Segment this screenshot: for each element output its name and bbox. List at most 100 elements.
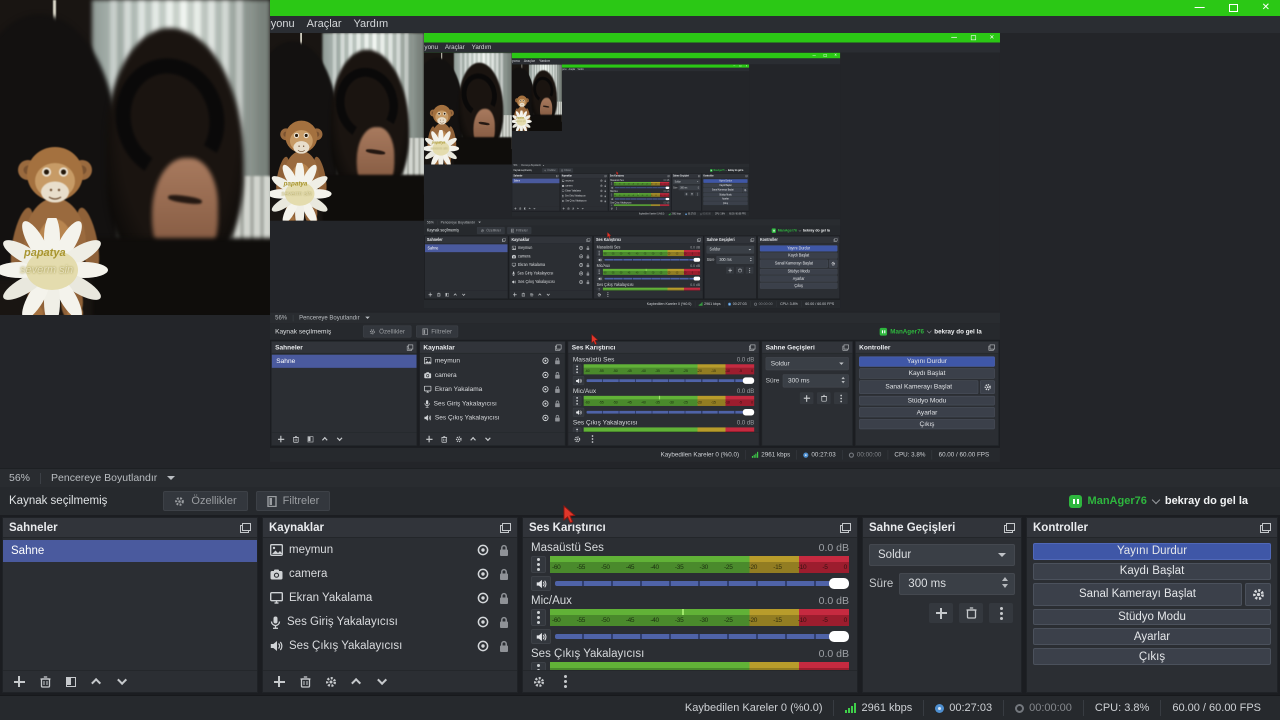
slider-handle[interactable] [694, 277, 701, 281]
duration-spinner[interactable]: 300 ms [679, 186, 700, 191]
add-transition-button[interactable] [800, 392, 814, 404]
source-item-audio-output[interactable]: Ses Çıkış Yakalayıcısı [420, 411, 565, 425]
stream-account[interactable]: ManAger76 bekray do gel la [1069, 495, 1248, 508]
mixer-menu-button[interactable] [587, 434, 598, 445]
remove-source-button[interactable] [567, 207, 571, 211]
add-source-button[interactable] [423, 434, 434, 445]
menu-tools[interactable]: Araçlar [441, 43, 468, 53]
chevron-down-icon[interactable] [365, 317, 370, 319]
popout-icon[interactable] [843, 344, 849, 350]
lock-icon[interactable] [604, 184, 606, 187]
channel-menu-button[interactable] [573, 364, 582, 374]
maximize-icon[interactable] [824, 54, 827, 57]
lock-icon[interactable] [586, 280, 590, 285]
transition-menu-button[interactable] [746, 267, 754, 274]
filters-button[interactable]: Filtreler [559, 168, 573, 172]
mute-button[interactable] [531, 576, 551, 591]
menu-tools[interactable]: Araçlar [301, 16, 348, 33]
popout-icon[interactable] [587, 238, 591, 242]
scene-filters-button[interactable] [444, 291, 451, 297]
scale-to-window-label[interactable]: Pencereye Boyutlandır [521, 164, 541, 167]
source-item-audio-output[interactable]: Ses Çıkış Yakalayıcısı [561, 198, 608, 203]
lock-icon[interactable] [586, 263, 590, 268]
channel-menu-button[interactable] [610, 182, 613, 186]
maximize-icon[interactable] [740, 65, 742, 67]
source-item-camera[interactable]: camera [263, 562, 517, 586]
lock-icon[interactable] [586, 254, 590, 259]
stream-account[interactable]: ManAger76 bekray do gel la [772, 228, 830, 233]
studio-mode-button[interactable]: Stüdyo Modu [859, 396, 995, 406]
add-scene-button[interactable] [9, 673, 29, 691]
eye-icon[interactable] [541, 400, 549, 407]
lock-icon[interactable] [604, 189, 606, 192]
spin-down-icon[interactable] [841, 381, 844, 383]
lock-icon[interactable] [554, 357, 561, 365]
source-properties-button[interactable] [571, 207, 575, 211]
settings-button[interactable]: Ayarlar [859, 407, 995, 417]
popout-icon[interactable] [500, 523, 511, 533]
sources-header[interactable]: Kaynaklar [420, 342, 565, 354]
studio-mode-button[interactable]: Stüdyo Modu [703, 193, 747, 197]
eye-icon[interactable] [600, 185, 603, 188]
close-icon[interactable]: ✕ [834, 54, 837, 58]
mixer-menu-button[interactable] [604, 291, 611, 297]
menu-help[interactable]: Yardım [348, 16, 395, 33]
stop-streaming-button[interactable]: Yayını Durdur [703, 179, 747, 183]
remove-source-button[interactable] [438, 434, 449, 445]
scene-filters-button[interactable] [61, 673, 81, 691]
spin-down-icon[interactable] [1002, 584, 1008, 588]
virtual-camera-settings-button[interactable] [829, 259, 837, 267]
add-transition-button[interactable] [684, 192, 688, 196]
stop-streaming-button[interactable]: Yayını Durdur [1033, 543, 1271, 560]
start-recording-button[interactable]: Kaydı Başlat [703, 183, 747, 187]
exit-button[interactable]: Çıkış [859, 419, 995, 429]
add-scene-button[interactable] [427, 291, 434, 297]
popout-icon[interactable] [834, 238, 838, 242]
source-item-meymun[interactable]: meymun [420, 354, 565, 368]
start-virtual-camera-button[interactable]: Sanal Kamerayı Başlat [1033, 583, 1242, 606]
slider-handle[interactable] [743, 377, 754, 384]
remove-scene-button[interactable] [518, 207, 522, 211]
eye-icon[interactable] [600, 195, 603, 198]
eye-icon[interactable] [600, 179, 603, 182]
remove-source-button[interactable] [295, 673, 315, 691]
sources-header[interactable]: Kaynaklar [263, 518, 517, 538]
add-transition-button[interactable] [726, 267, 734, 274]
transitions-header[interactable]: Sahne Geçişleri [705, 237, 756, 244]
minimize-icon[interactable]: — [951, 35, 957, 41]
source-properties-button[interactable] [528, 291, 535, 297]
source-item-audio-output[interactable]: Ses Çıkış Yakalayıcısı [510, 278, 593, 287]
remove-transition-button[interactable] [690, 192, 694, 196]
scenes-header[interactable]: Sahneler [3, 518, 257, 538]
exit-button[interactable]: Çıkış [760, 283, 837, 289]
source-item-meymun[interactable]: meymun [263, 538, 517, 562]
advanced-audio-button[interactable] [529, 673, 549, 691]
add-source-button[interactable] [269, 673, 289, 691]
minimize-icon[interactable]: — [813, 54, 816, 58]
move-source-up-button[interactable] [468, 434, 479, 445]
controls-header[interactable]: Kontroller [856, 342, 999, 354]
mixer-menu-button[interactable] [615, 207, 619, 211]
source-item-meymun[interactable]: meymun [510, 244, 593, 253]
filters-button[interactable]: Filtreler [507, 227, 531, 234]
popout-icon[interactable] [751, 238, 755, 242]
scale-to-window-label[interactable]: Pencereye Boyutlandır [441, 220, 476, 224]
volume-slider[interactable] [587, 376, 755, 385]
eye-icon[interactable] [541, 357, 549, 364]
duration-spinner[interactable]: 300 ms [899, 573, 1015, 595]
mute-button[interactable] [610, 186, 614, 189]
channel-menu-button[interactable] [531, 556, 546, 573]
move-scene-down-button[interactable] [113, 673, 133, 691]
add-transition-button[interactable] [929, 603, 953, 623]
remove-transition-button[interactable] [736, 267, 744, 274]
close-icon[interactable]: ✕ [1262, 3, 1270, 13]
slider-handle[interactable] [743, 409, 754, 416]
controls-header[interactable]: Kontroller [1027, 518, 1277, 538]
source-item-camera[interactable]: camera [510, 252, 593, 261]
start-recording-button[interactable]: Kaydı Başlat [1033, 563, 1271, 580]
volume-slider[interactable] [555, 576, 849, 591]
chevron-down-icon[interactable] [543, 165, 544, 166]
scale-to-window-label[interactable]: Pencereye Boyutlandır [299, 314, 360, 321]
filters-button[interactable]: Filtreler [416, 326, 459, 338]
transitions-header[interactable]: Sahne Geçişleri [762, 342, 852, 354]
